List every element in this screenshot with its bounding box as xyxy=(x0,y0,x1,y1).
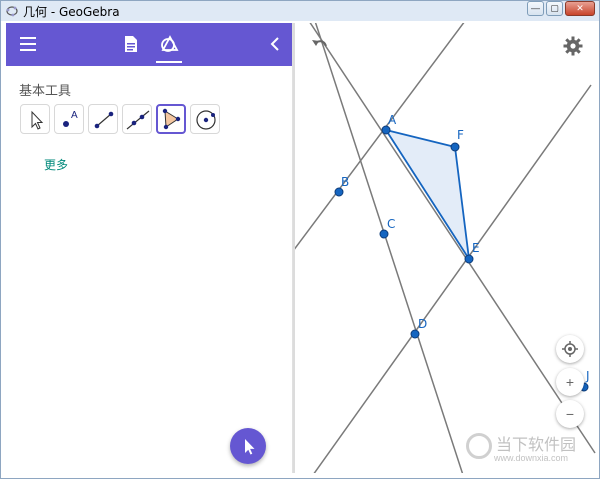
panel-header xyxy=(6,23,292,66)
active-tab-indicator xyxy=(156,61,182,63)
line-through-c-d[interactable] xyxy=(314,23,464,473)
menu-icon[interactable] xyxy=(20,37,36,51)
minimize-button[interactable]: — xyxy=(527,1,544,16)
app-window: 几何 - GeoGebra — ▢ ✕ 基本工具 A 更多 A B C D E … xyxy=(0,0,600,479)
point-f[interactable] xyxy=(450,142,460,152)
graphics-view[interactable]: A B C D E F J + − xyxy=(295,23,599,473)
window-title: 几何 - GeoGebra xyxy=(23,4,120,19)
segment-tool-button[interactable] xyxy=(88,104,118,134)
watermark-url: www.downxia.com xyxy=(494,453,569,463)
point-tool-button[interactable]: A xyxy=(54,104,84,134)
watermark-logo xyxy=(466,433,492,459)
more-tools-link[interactable]: 更多 xyxy=(44,156,68,173)
move-tool-button[interactable] xyxy=(20,104,50,134)
point-a[interactable] xyxy=(381,125,391,135)
cursor-arrow-icon xyxy=(245,439,255,455)
move-fab-button[interactable] xyxy=(230,428,266,464)
geometry-canvas[interactable] xyxy=(295,23,599,473)
point-e[interactable] xyxy=(464,254,474,264)
gear-icon[interactable] xyxy=(563,36,583,56)
circle-icon xyxy=(196,110,216,130)
standard-view-button[interactable] xyxy=(556,335,584,363)
point-b[interactable] xyxy=(334,187,344,197)
geogebra-app-icon xyxy=(6,6,18,17)
point-d-label: D xyxy=(418,317,428,331)
point-j-label: J xyxy=(586,369,590,383)
point-b-label: B xyxy=(341,175,350,189)
polygon-icon xyxy=(162,108,181,130)
point-e-label: E xyxy=(472,241,480,255)
svg-text:A: A xyxy=(71,110,78,121)
basic-tools-row: A xyxy=(20,104,220,134)
point-a-label: A xyxy=(388,113,397,127)
polygon-tool-button[interactable] xyxy=(156,104,186,134)
crosshair-icon xyxy=(562,341,578,357)
tools-tab-icon[interactable] xyxy=(159,34,179,54)
circle-tool-button[interactable] xyxy=(190,104,220,134)
line-icon xyxy=(126,110,150,130)
tools-panel: 基本工具 A 更多 xyxy=(6,23,293,473)
line-through-a-e[interactable] xyxy=(309,23,596,454)
line-tool-button[interactable] xyxy=(122,104,152,134)
close-button[interactable]: ✕ xyxy=(565,1,595,16)
collapse-panel-icon[interactable] xyxy=(268,36,282,52)
algebra-view-tab-icon[interactable] xyxy=(124,35,138,53)
title-bar: 几何 - GeoGebra — ▢ ✕ xyxy=(1,1,599,21)
watermark-brand: 当下软件园 xyxy=(496,435,577,454)
point-c-label: C xyxy=(387,217,396,231)
cursor-arrow-icon xyxy=(31,110,44,130)
point-c[interactable] xyxy=(379,229,389,239)
undo-icon[interactable] xyxy=(311,37,329,53)
restore-button[interactable]: ▢ xyxy=(546,1,563,16)
watermark: 当下软件园 www.downxia.com xyxy=(466,431,596,471)
section-title: 基本工具 xyxy=(19,84,72,99)
window-controls: — ▢ ✕ xyxy=(527,1,595,16)
point-icon: A xyxy=(63,110,78,127)
zoom-in-button[interactable]: + xyxy=(556,368,584,396)
point-f-label: F xyxy=(457,128,464,142)
segment-icon xyxy=(94,111,114,129)
point-d[interactable] xyxy=(410,329,420,339)
zoom-out-button[interactable]: − xyxy=(556,400,584,428)
